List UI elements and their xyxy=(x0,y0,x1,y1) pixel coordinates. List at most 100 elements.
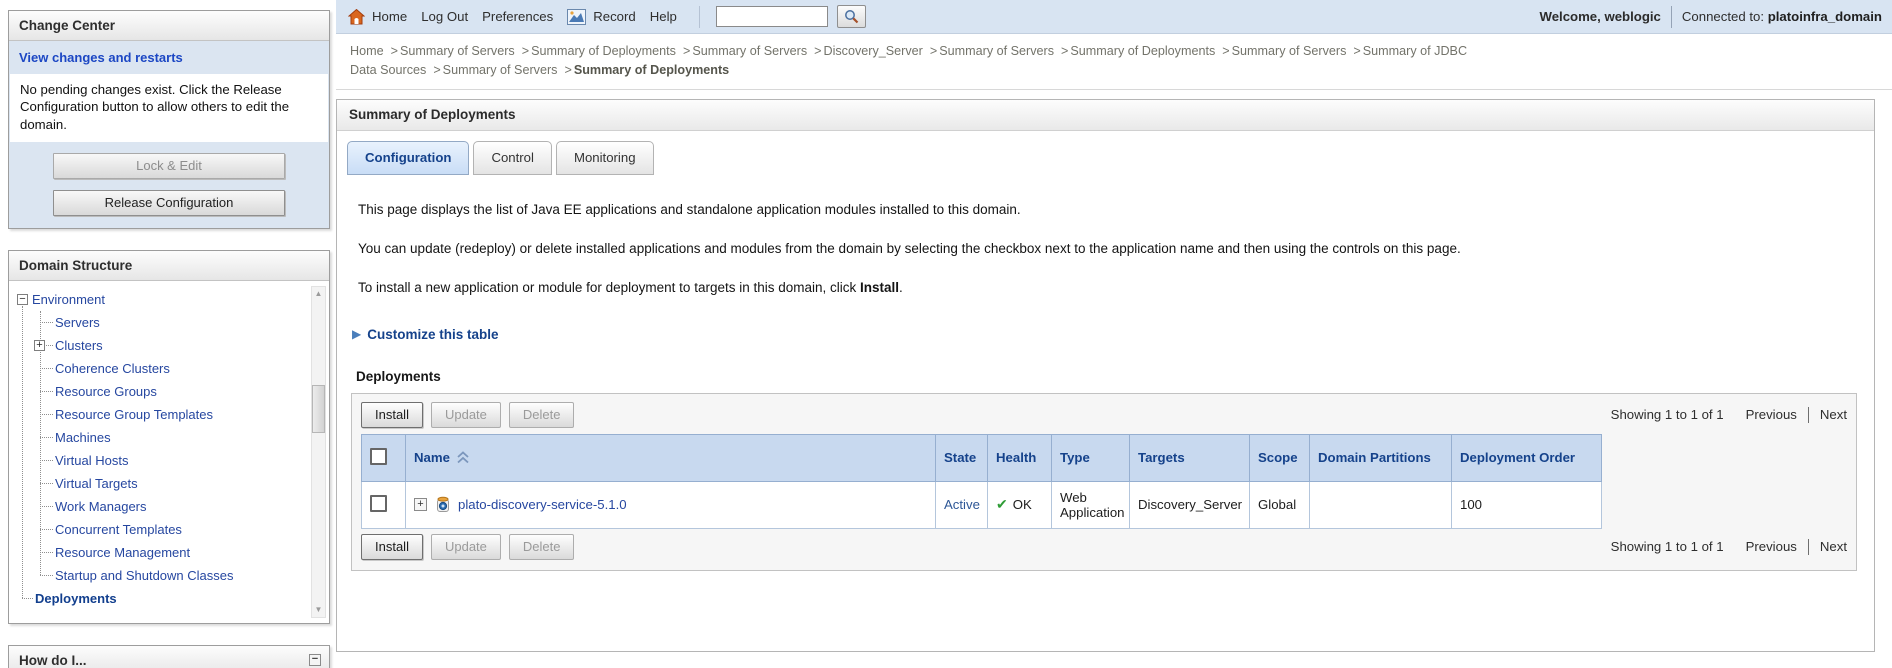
how-do-i-title: How do I... − xyxy=(9,646,329,668)
breadcrumb-current: Summary of Deployments xyxy=(573,62,730,77)
customize-table-link[interactable]: Customize this table xyxy=(367,327,498,342)
tree-item-servers[interactable]: Servers xyxy=(9,311,329,334)
scrollbar-thumb[interactable] xyxy=(312,385,325,434)
breadcrumb-separator: > xyxy=(564,62,572,77)
toolbar-divider xyxy=(698,5,700,28)
view-changes-link[interactable]: View changes and restarts xyxy=(19,50,183,65)
update-button[interactable]: Update xyxy=(430,401,501,428)
breadcrumb-link[interactable]: Discovery_Server xyxy=(823,44,922,58)
search-input[interactable] xyxy=(715,6,828,27)
tree-item-label[interactable]: Environment xyxy=(32,292,105,307)
help-link[interactable]: Help xyxy=(650,9,677,24)
record-link[interactable]: Record xyxy=(593,9,636,24)
column-header-health[interactable]: Health xyxy=(987,433,1052,482)
tree-item-label: Resource Groups xyxy=(55,384,157,400)
breadcrumb-link[interactable]: Summary of Servers xyxy=(443,63,558,77)
scroll-up-icon[interactable]: ▲ xyxy=(312,287,325,301)
tree-item-startup-and-shutdown-classes[interactable]: Startup and Shutdown Classes xyxy=(9,564,329,587)
previous-link[interactable]: Previous xyxy=(1746,539,1797,554)
breadcrumb-link[interactable]: Summary of Servers xyxy=(939,44,1054,58)
tree-item-deployments[interactable]: Deployments xyxy=(9,587,329,610)
tree-item-environment[interactable]: − Environment xyxy=(9,288,329,311)
tab-control[interactable]: Control xyxy=(473,140,552,175)
breadcrumb-link[interactable]: Summary of Servers xyxy=(400,44,515,58)
next-link[interactable]: Next xyxy=(1820,407,1847,422)
delete-button[interactable]: Delete xyxy=(508,401,575,428)
tree-item-resource-management[interactable]: Resource Management xyxy=(9,541,329,564)
previous-link[interactable]: Previous xyxy=(1746,407,1797,422)
column-header-targets[interactable]: Targets xyxy=(1129,433,1250,482)
install-button[interactable]: Install xyxy=(361,401,423,428)
row-checkbox[interactable] xyxy=(370,494,387,512)
tree-item-virtual-hosts[interactable]: Virtual Hosts xyxy=(9,449,329,472)
connected-text: Connected to: platoinfra_domain xyxy=(1681,9,1882,24)
tree-item-virtual-targets[interactable]: Virtual Targets xyxy=(9,472,329,495)
breadcrumb-link[interactable]: Summary of Deployments xyxy=(1070,44,1215,58)
breadcrumb-separator: > xyxy=(814,44,822,58)
row-expand-icon[interactable]: + xyxy=(414,498,427,512)
sort-ascending-icon[interactable] xyxy=(456,451,470,464)
intro-paragraph-2: You can update (redeploy) or delete inst… xyxy=(358,240,1461,256)
tree-item-label: Work Managers xyxy=(55,499,147,515)
tree-expand-icon[interactable]: + xyxy=(34,340,45,352)
state-value[interactable]: Active xyxy=(944,497,980,512)
table-toolbar-top: Install Update Delete Showing 1 to 1 of … xyxy=(361,399,1847,431)
column-header-scope[interactable]: Scope xyxy=(1249,433,1310,482)
tree-scrollbar[interactable]: ▲ ▼ xyxy=(311,286,326,619)
deployment-name-link[interactable]: plato-discovery-service-5.1.0 xyxy=(458,497,627,512)
search-icon xyxy=(844,10,859,24)
pagination-divider xyxy=(1807,406,1809,423)
web-application-icon xyxy=(435,496,451,513)
connected-domain: platoinfra_domain xyxy=(1767,9,1882,24)
column-header-state[interactable]: State xyxy=(935,433,988,482)
type-value: Web Application xyxy=(1051,480,1130,529)
breadcrumb-link[interactable]: Summary of Servers xyxy=(1232,44,1347,58)
welcome-text: Welcome, weblogic xyxy=(1539,9,1661,24)
search-button[interactable] xyxy=(836,5,866,28)
next-link[interactable]: Next xyxy=(1820,539,1847,554)
column-header-name[interactable]: Name xyxy=(414,450,450,465)
customize-table-row: ▶ Customize this table xyxy=(352,327,1854,342)
tree-item-resource-groups[interactable]: Resource Groups xyxy=(9,380,329,403)
intro-paragraph-1: This page displays the list of Java EE a… xyxy=(358,201,1021,217)
home-icon xyxy=(348,8,365,25)
tree-item-coherence-clusters[interactable]: Coherence Clusters xyxy=(9,357,329,380)
tree-item-concurrent-templates[interactable]: Concurrent Templates xyxy=(9,518,329,541)
tree-item-clusters[interactable]: + Clusters xyxy=(9,334,329,357)
home-link[interactable]: Home xyxy=(372,9,407,24)
column-header-deployment-order[interactable]: Deployment Order xyxy=(1451,433,1602,482)
breadcrumb-separator: > xyxy=(1353,44,1361,58)
tree-item-label: Coherence Clusters xyxy=(55,361,170,377)
breadcrumb-link[interactable]: Summary of Deployments xyxy=(531,44,676,58)
breadcrumb-link[interactable]: Home xyxy=(350,44,384,58)
tab-configuration[interactable]: Configuration xyxy=(347,140,470,175)
tree-item-work-managers[interactable]: Work Managers xyxy=(9,495,329,518)
expand-arrow-icon[interactable]: ▶ xyxy=(352,327,361,341)
delete-button-bottom[interactable]: Delete xyxy=(508,533,575,560)
deployment-order-value: 100 xyxy=(1451,480,1602,529)
column-header-domain-partitions[interactable]: Domain Partitions xyxy=(1309,433,1452,482)
health-ok-icon: ✔ xyxy=(996,496,1008,513)
lock-edit-button[interactable]: Lock & Edit xyxy=(53,153,285,180)
preferences-link[interactable]: Preferences xyxy=(482,9,553,24)
tab-bar: Configuration Control Monitoring xyxy=(337,131,1874,175)
weblogic-console: Change Center View changes and restarts … xyxy=(0,0,1892,668)
breadcrumb-separator: > xyxy=(1222,44,1230,58)
select-all-checkbox[interactable] xyxy=(370,447,387,465)
logout-link[interactable]: Log Out xyxy=(421,9,468,24)
release-configuration-button[interactable]: Release Configuration xyxy=(53,190,285,217)
tab-monitoring[interactable]: Monitoring xyxy=(555,140,654,175)
collapse-panel-icon[interactable]: − xyxy=(309,654,321,667)
scroll-down-icon[interactable]: ▼ xyxy=(312,603,325,617)
breadcrumb-link[interactable]: Summary of Servers xyxy=(692,44,807,58)
main-area: Home Log Out Preferences Record Help Wel… xyxy=(336,0,1892,668)
column-header-type[interactable]: Type xyxy=(1051,433,1130,482)
tree-item-machines[interactable]: Machines xyxy=(9,426,329,449)
update-button-bottom[interactable]: Update xyxy=(430,533,501,560)
breadcrumb-separator: > xyxy=(1061,44,1069,58)
install-button-bottom[interactable]: Install xyxy=(361,533,423,560)
tree-item-label: Concurrent Templates xyxy=(55,522,182,538)
tree-item-resource-group-templates[interactable]: Resource Group Templates xyxy=(9,403,329,426)
domain-partitions-value xyxy=(1309,480,1452,529)
tree-collapse-icon[interactable]: − xyxy=(17,294,28,306)
